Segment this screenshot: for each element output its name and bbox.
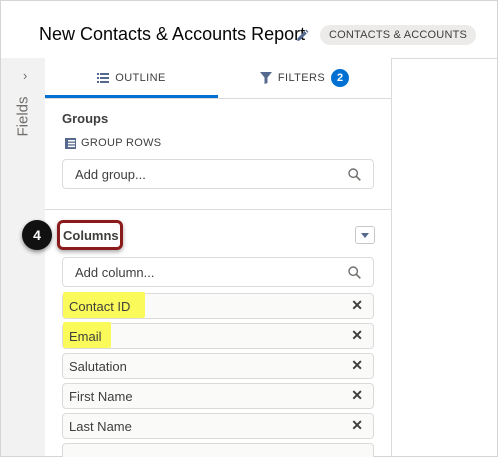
remove-column-icon[interactable]: ✕ <box>351 387 363 404</box>
chevron-down-icon <box>361 233 369 238</box>
remove-column-icon[interactable]: ✕ <box>351 357 363 374</box>
column-item-partial[interactable] <box>62 443 374 457</box>
column-item[interactable]: First Name ✕ <box>62 383 374 409</box>
add-column-placeholder: Add column... <box>75 265 155 280</box>
column-item[interactable]: Last Name ✕ <box>62 413 374 439</box>
group-rows-icon <box>65 138 76 149</box>
tab-outline[interactable]: OUTLINE <box>45 58 218 98</box>
search-icon <box>348 168 361 181</box>
column-item[interactable]: Email ✕ <box>62 322 374 349</box>
column-label: Last Name <box>69 419 132 434</box>
group-rows-label: GROUP ROWS <box>81 137 162 149</box>
report-title: New Contacts & Accounts Report <box>39 24 306 44</box>
column-label: Salutation <box>69 359 127 374</box>
filter-count-badge: 2 <box>331 69 350 88</box>
groups-heading: Groups <box>62 111 109 126</box>
fields-label: Fields <box>14 96 32 137</box>
column-item[interactable]: Salutation ✕ <box>62 353 374 379</box>
add-group-input[interactable]: Add group... <box>62 159 374 189</box>
panel-tabs: OUTLINE FILTERS 2 <box>45 58 391 99</box>
edit-pencil-icon[interactable] <box>295 29 309 43</box>
tab-outline-label: OUTLINE <box>115 72 166 84</box>
tab-filters-label: FILTERS <box>277 72 326 84</box>
report-header: New Contacts & Accounts Report CONTACTS … <box>1 1 497 59</box>
add-column-input[interactable]: Add column... <box>62 257 374 287</box>
column-label: Email <box>69 329 102 344</box>
report-type-badge: CONTACTS & ACCOUNTS <box>320 25 477 45</box>
tab-filters[interactable]: FILTERS 2 <box>218 58 391 98</box>
remove-column-icon[interactable]: ✕ <box>351 297 363 314</box>
column-item[interactable]: Contact ID ✕ <box>62 292 374 319</box>
column-label: First Name <box>69 389 133 404</box>
columns-menu-button[interactable] <box>355 226 375 244</box>
column-label: Contact ID <box>69 299 131 314</box>
list-icon <box>97 73 110 84</box>
remove-column-icon[interactable]: ✕ <box>351 327 363 344</box>
add-group-placeholder: Add group... <box>75 167 146 182</box>
step-number-badge: 4 <box>22 220 52 250</box>
section-divider <box>45 209 391 210</box>
search-icon <box>348 266 361 279</box>
chevron-right-icon[interactable]: › <box>23 68 27 83</box>
columns-callout-box <box>57 220 123 250</box>
filter-icon <box>259 72 272 85</box>
remove-column-icon[interactable]: ✕ <box>351 417 363 434</box>
